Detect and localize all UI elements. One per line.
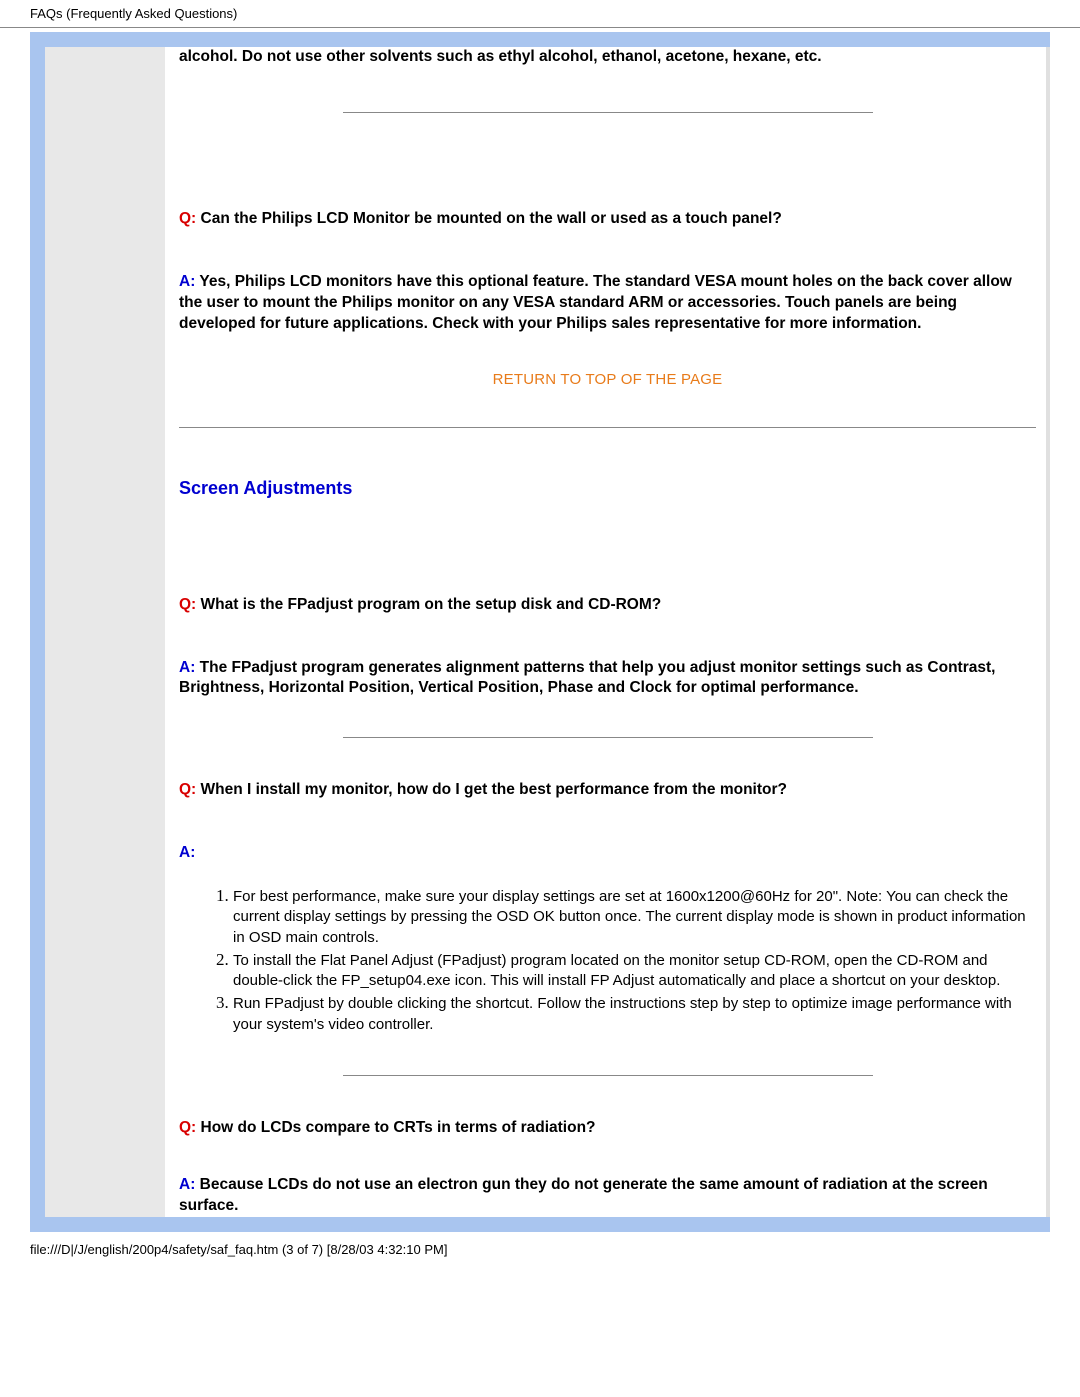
list-item: To install the Flat Panel Adjust (FPadju… xyxy=(233,950,1036,992)
a-label: A: xyxy=(179,1176,195,1193)
section-divider xyxy=(179,427,1036,428)
content-frame: alcohol. Do not use other solvents such … xyxy=(30,32,1050,1232)
a-text: Because LCDs do not use an electron gun … xyxy=(179,1176,988,1214)
steps-list: For best performance, make sure your dis… xyxy=(233,886,1036,1035)
q-text: How do LCDs compare to CRTs in terms of … xyxy=(196,1119,595,1136)
qa1-question: Q: Can the Philips LCD Monitor be mounte… xyxy=(179,209,1036,230)
scrollbar-track[interactable] xyxy=(1046,47,1050,1217)
list-item: Run FPadjust by double clicking the shor… xyxy=(233,993,1036,1035)
top-fragment-text: alcohol. Do not use other solvents such … xyxy=(179,47,1036,68)
a-label: A: xyxy=(179,273,195,290)
a-text: Yes, Philips LCD monitors have this opti… xyxy=(179,273,1012,332)
q-text: What is the FPadjust program on the setu… xyxy=(196,596,661,613)
qa3-question: Q: When I install my monitor, how do I g… xyxy=(179,780,1036,801)
a-text: The FPadjust program generates alignment… xyxy=(179,659,995,697)
step-text: To install the Flat Panel Adjust (FPadju… xyxy=(233,951,1036,992)
a-label: A: xyxy=(179,659,195,676)
list-item: For best performance, make sure your dis… xyxy=(233,886,1036,948)
qa4-question: Q: How do LCDs compare to CRTs in terms … xyxy=(179,1118,1036,1139)
return-link[interactable]: RETURN TO TOP OF THE PAGE xyxy=(493,371,723,388)
left-sidebar xyxy=(45,47,165,1217)
section-heading: Screen Adjustments xyxy=(179,478,1036,499)
qa2-answer: A: The FPadjust program generates alignm… xyxy=(179,658,1036,700)
qa4-answer: A: Because LCDs do not use an electron g… xyxy=(179,1175,1036,1217)
q-label: Q: xyxy=(179,1119,196,1136)
q-text: When I install my monitor, how do I get … xyxy=(196,781,787,798)
step-text: For best performance, make sure your dis… xyxy=(233,887,1036,948)
q-label: Q: xyxy=(179,210,196,227)
qa1-answer: A: Yes, Philips LCD monitors have this o… xyxy=(179,272,1036,335)
a-label: A: xyxy=(179,844,195,861)
qa2-question: Q: What is the FPadjust program on the s… xyxy=(179,595,1036,616)
footer-file-path: file:///D|/J/english/200p4/safety/saf_fa… xyxy=(0,1232,1080,1267)
q-text: Can the Philips LCD Monitor be mounted o… xyxy=(196,210,782,227)
step-text: Run FPadjust by double clicking the shor… xyxy=(233,994,1036,1035)
page-header: FAQs (Frequently Asked Questions) xyxy=(0,0,1080,28)
q-label: Q: xyxy=(179,596,196,613)
qa3-answer-label: A: xyxy=(179,843,1036,864)
q-label: Q: xyxy=(179,781,196,798)
return-to-top[interactable]: RETURN TO TOP OF THE PAGE xyxy=(179,371,1036,389)
main-content: alcohol. Do not use other solvents such … xyxy=(165,47,1050,1217)
